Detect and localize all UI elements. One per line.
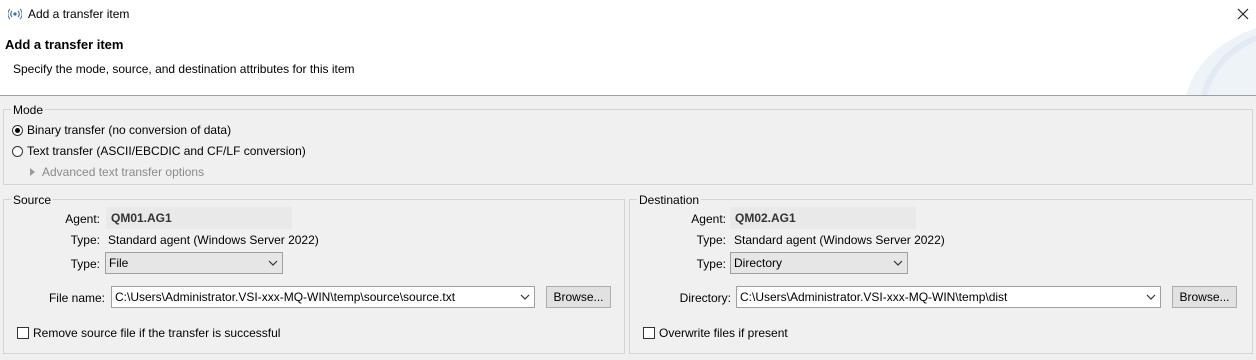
- chevron-down-icon: [1146, 294, 1156, 300]
- window-title: Add a transfer item: [28, 7, 130, 21]
- destination-browse-button[interactable]: Browse...: [1172, 286, 1237, 308]
- source-agent-type: Standard agent (Windows Server 2022): [108, 233, 319, 247]
- source-agent-label: Agent:: [65, 212, 100, 226]
- destination-legend: Destination: [637, 193, 702, 207]
- mode-legend: Mode: [11, 103, 46, 117]
- remove-source-checkbox[interactable]: [17, 327, 29, 339]
- directory-label: Directory:: [679, 291, 731, 305]
- chevron-down-icon: [520, 294, 530, 300]
- destination-type-select-label: Type:: [696, 257, 726, 271]
- destination-agent-type: Standard agent (Windows Server 2022): [734, 233, 945, 247]
- destination-agent-field: QM02.AG1: [730, 207, 916, 229]
- file-name-label: File name:: [48, 291, 105, 305]
- remove-source-checkbox-row[interactable]: Remove source file if the transfer is su…: [17, 325, 280, 341]
- source-agent-field: QM01.AG1: [106, 207, 292, 229]
- banner-decoration: [1186, 28, 1256, 95]
- text-transfer-label: Text transfer (ASCII/EBCDIC and CF/LF co…: [27, 144, 306, 158]
- destination-type-label: Type:: [696, 233, 726, 247]
- radio-binary-indicator[interactable]: [12, 124, 23, 136]
- close-icon[interactable]: [1233, 4, 1253, 24]
- title-bar: Add a transfer item: [0, 0, 1256, 28]
- file-name-value: C:\Users\Administrator.VSI-xxx-MQ-WIN\te…: [115, 290, 456, 304]
- binary-transfer-radio[interactable]: Binary transfer (no conversion of data): [12, 122, 231, 138]
- source-type-select[interactable]: File: [105, 252, 283, 274]
- overwrite-label: Overwrite files if present: [659, 326, 788, 340]
- radio-text-indicator[interactable]: [12, 145, 23, 157]
- advanced-text-options-label: Advanced text transfer options: [42, 165, 205, 179]
- source-type-select-label: Type:: [70, 257, 100, 271]
- file-name-combo[interactable]: C:\Users\Administrator.VSI-xxx-MQ-WIN\te…: [111, 286, 535, 308]
- directory-value: C:\Users\Administrator.VSI-xxx-MQ-WIN\te…: [740, 290, 1008, 304]
- transfer-wizard-icon: [8, 8, 22, 20]
- page-subtitle: Specify the mode, source, and destinatio…: [13, 62, 355, 76]
- source-legend: Source: [11, 193, 54, 207]
- source-type-label: Type:: [70, 233, 100, 247]
- text-transfer-radio[interactable]: Text transfer (ASCII/EBCDIC and CF/LF co…: [12, 143, 306, 159]
- wizard-banner: Add a transfer item Specify the mode, so…: [0, 28, 1256, 96]
- advanced-text-options-expander[interactable]: Advanced text transfer options: [30, 165, 204, 179]
- page-title: Add a transfer item: [5, 37, 124, 52]
- overwrite-checkbox-row[interactable]: Overwrite files if present: [643, 325, 788, 341]
- source-browse-button[interactable]: Browse...: [546, 286, 611, 308]
- binary-transfer-label: Binary transfer (no conversion of data): [27, 123, 232, 137]
- chevron-down-icon: [268, 260, 278, 266]
- overwrite-checkbox[interactable]: [643, 327, 655, 339]
- remove-source-label: Remove source file if the transfer is su…: [33, 326, 281, 340]
- destination-agent-label: Agent:: [691, 212, 726, 226]
- destination-type-select[interactable]: Directory: [730, 252, 908, 274]
- source-type-select-value: File: [109, 256, 129, 270]
- directory-combo[interactable]: C:\Users\Administrator.VSI-xxx-MQ-WIN\te…: [736, 286, 1161, 308]
- chevron-down-icon: [893, 260, 903, 266]
- expand-triangle-icon: [30, 168, 35, 176]
- destination-type-select-value: Directory: [734, 256, 783, 270]
